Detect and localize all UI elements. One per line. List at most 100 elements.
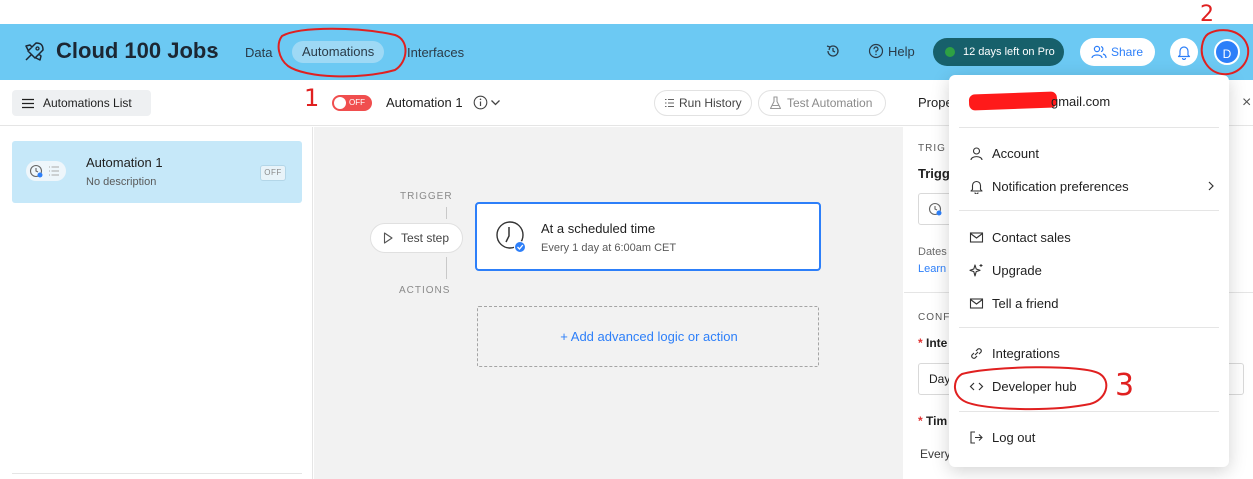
trial-badge-button[interactable]: 12 days left on Pro: [933, 38, 1064, 66]
menu-item-developer-hub[interactable]: Developer hub: [969, 375, 1209, 399]
trial-status-dot: [945, 47, 955, 57]
interval-label: * Inte: [918, 336, 947, 350]
avatar[interactable]: D: [1214, 39, 1240, 65]
dates-text: Dates: [918, 246, 947, 258]
flask-icon: [769, 96, 782, 110]
sparkle-icon: [969, 264, 983, 277]
menu-item-label: Developer hub: [992, 379, 1077, 394]
trigger-card[interactable]: At a scheduled time Every 1 day at 6:00a…: [475, 202, 821, 271]
tab-automations[interactable]: Automations: [292, 41, 385, 63]
history-icon[interactable]: [825, 43, 841, 59]
automation-toggle[interactable]: OFF: [332, 95, 372, 111]
automation-description: No description: [86, 176, 157, 188]
toggle-label: OFF: [349, 98, 365, 107]
run-history-label: Run History: [679, 96, 742, 110]
help-icon[interactable]: [868, 43, 884, 59]
share-label: Share: [1111, 45, 1144, 59]
menu-item-notification-preferences[interactable]: Notification preferences: [969, 175, 1214, 199]
toggle-knob: [334, 97, 346, 109]
users-icon: [1091, 45, 1107, 59]
menu-divider: [959, 411, 1219, 412]
automation-name[interactable]: Automation 1: [386, 94, 463, 112]
automations-sidebar: Automation 1 No description OFF: [0, 127, 313, 479]
top-bar: Cloud 100 Jobs Data Automations Interfac…: [0, 24, 1253, 80]
info-icon[interactable]: [473, 95, 488, 110]
notifications-button[interactable]: [1170, 38, 1198, 66]
menu-item-label: Account: [992, 146, 1039, 161]
automation-canvas: TRIGGER Test step ACTIONS At a scheduled…: [314, 127, 903, 479]
trigger-schedule: Every 1 day at 6:00am CET: [541, 242, 677, 254]
bell-icon: [970, 180, 983, 194]
trigger-title: At a scheduled time: [541, 221, 656, 236]
actions-section-label: ACTIONS: [399, 285, 451, 296]
run-history-button[interactable]: Run History: [654, 90, 752, 116]
trial-label: 12 days left on Pro: [963, 46, 1055, 58]
rocket-icon[interactable]: [22, 40, 46, 64]
connector-line: [446, 207, 447, 219]
menu-item-tell-a-friend[interactable]: Tell a friend: [969, 292, 1209, 316]
mail-icon: [969, 298, 984, 309]
bell-icon: [1177, 46, 1191, 60]
account-email: gmail.com: [1051, 94, 1111, 109]
menu-item-label: Log out: [992, 430, 1036, 445]
menu-item-integrations[interactable]: Integrations: [969, 342, 1209, 366]
annotation-step-2: 2: [1200, 2, 1214, 27]
status-badge: OFF: [260, 165, 286, 181]
menu-item-upgrade[interactable]: Upgrade: [969, 259, 1209, 283]
test-automation-label: Test Automation: [787, 96, 873, 110]
time-label-text: Tim: [926, 414, 948, 428]
tab-interfaces[interactable]: Interfaces: [407, 42, 464, 64]
automation-title: Automation 1: [86, 155, 163, 170]
connector-line: [446, 257, 447, 279]
hamburger-icon: [22, 98, 34, 109]
list-icon: [665, 98, 674, 108]
test-step-label: Test step: [401, 231, 450, 245]
menu-item-label: Integrations: [992, 346, 1060, 361]
code-icon: [969, 382, 984, 391]
test-automation-button[interactable]: Test Automation: [758, 90, 886, 116]
menu-item-label: Contact sales: [992, 230, 1071, 245]
sidebar-divider: [12, 473, 302, 474]
test-step-button[interactable]: Test step: [370, 223, 463, 253]
properties-title: Prope: [918, 95, 953, 110]
tab-data[interactable]: Data: [245, 42, 272, 64]
help-link[interactable]: Help: [888, 42, 915, 62]
menu-item-label: Tell a friend: [992, 296, 1059, 311]
logout-icon: [970, 431, 983, 444]
mail-icon: [969, 232, 984, 243]
base-title[interactable]: Cloud 100 Jobs: [56, 38, 219, 64]
clock-icon: [496, 221, 526, 253]
add-action-button[interactable]: + Add advanced logic or action: [477, 306, 819, 367]
share-button[interactable]: Share: [1080, 38, 1155, 66]
chevron-down-icon[interactable]: [205, 43, 219, 57]
trigger-heading: TRIG: [918, 143, 946, 154]
user-icon: [970, 147, 983, 161]
list-item[interactable]: Automation 1 No description OFF: [12, 141, 302, 203]
automations-list-button[interactable]: Automations List: [12, 90, 151, 116]
learn-more-link[interactable]: Learn: [918, 263, 946, 275]
clock-icon: [29, 164, 43, 178]
close-icon[interactable]: ×: [1242, 94, 1251, 112]
menu-item-contact-sales[interactable]: Contact sales: [969, 226, 1209, 250]
menu-item-account[interactable]: Account: [969, 142, 1209, 166]
trigger-subheading: Trigg: [918, 166, 950, 181]
annotation-step-1: 1: [304, 84, 320, 112]
chevron-right-icon: [1208, 181, 1214, 191]
required-mark: *: [918, 414, 923, 428]
menu-item-log-out[interactable]: Log out: [969, 426, 1209, 450]
redaction-mark: [968, 91, 1058, 111]
required-mark: *: [918, 336, 923, 350]
list-icon: [49, 166, 59, 176]
play-icon: [383, 232, 393, 244]
link-icon: [971, 348, 982, 359]
configuration-heading: CONF: [918, 312, 951, 323]
account-menu: gmail.com Account Notification preferenc…: [949, 75, 1229, 467]
annotation-step-3: 3: [1115, 368, 1135, 403]
add-action-label: + Add advanced logic or action: [560, 329, 738, 344]
time-label: * Tim: [918, 414, 947, 428]
automations-list-label: Automations List: [43, 96, 132, 110]
chevron-down-icon[interactable]: [490, 98, 501, 107]
automation-card-icons: [26, 161, 66, 181]
every-label: Every: [920, 447, 951, 461]
interval-label-text: Inte: [926, 336, 948, 350]
